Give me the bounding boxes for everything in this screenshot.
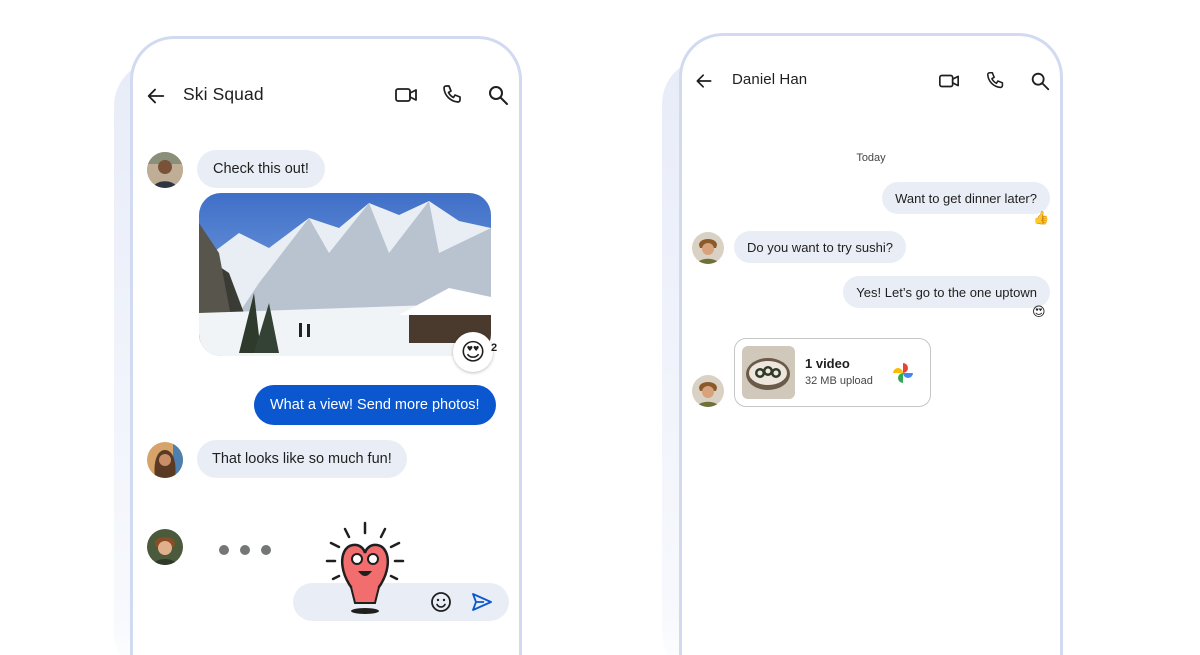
avatar-photo <box>147 442 183 478</box>
avatar-photo <box>147 529 183 565</box>
right-topbar: Daniel Han <box>682 65 1060 97</box>
message-text: What a view! Send more photos! <box>270 397 480 413</box>
message-text: Do you want to try sushi? <box>747 239 893 255</box>
message-bubble[interactable]: Do you want to try sushi? <box>734 231 906 263</box>
conversation-title: Ski Squad <box>183 84 264 104</box>
avatar[interactable] <box>692 375 724 407</box>
conversation-title: Daniel Han <box>732 71 808 88</box>
avatar-photo <box>147 152 183 188</box>
avatar-photo <box>692 232 724 264</box>
search-icon[interactable] <box>1029 70 1051 92</box>
back-arrow-icon[interactable] <box>145 85 167 107</box>
message-bubble[interactable]: That looks like so much fun! <box>197 440 407 478</box>
heart-eyes-reaction: 😍 <box>1032 304 1046 319</box>
google-photos-icon <box>893 363 913 383</box>
reaction-badge[interactable]: 😍 <box>453 332 493 372</box>
outgoing-message-bubble[interactable]: Yes! Let’s go to the one uptown <box>843 276 1050 308</box>
outgoing-message-bubble[interactable]: Want to get dinner later? <box>882 182 1050 214</box>
video-call-icon[interactable] <box>938 70 960 92</box>
avatar-photo <box>692 375 724 407</box>
search-icon[interactable] <box>486 83 510 107</box>
stage: Ski Squad Check this out! 😍 2 What a vie… <box>0 0 1200 655</box>
avatar[interactable] <box>147 442 183 478</box>
message-bubble[interactable]: Check this out! <box>197 150 325 188</box>
date-separator: Today <box>856 152 886 164</box>
right-phone: Daniel Han Today Want to get dinner late… <box>679 33 1063 655</box>
phone-icon[interactable] <box>985 70 1007 92</box>
thumbs-up-reaction: 👍 <box>1033 210 1050 225</box>
message-text: Yes! Let’s go to the one uptown <box>856 284 1037 300</box>
mountain-landscape-image <box>199 193 491 356</box>
avatar[interactable] <box>147 529 183 565</box>
shared-photo[interactable] <box>199 193 491 356</box>
send-icon[interactable] <box>470 590 494 614</box>
left-phone: Ski Squad Check this out! 😍 2 What a vie… <box>130 36 522 655</box>
message-text: Check this out! <box>213 161 309 177</box>
outgoing-message-bubble[interactable]: What a view! Send more photos! <box>254 385 496 425</box>
attachment-title: 1 video <box>805 356 850 371</box>
message-text: Want to get dinner later? <box>895 190 1037 206</box>
heart-eyes-emoji: 😍 <box>460 338 486 366</box>
back-arrow-icon[interactable] <box>694 71 714 91</box>
message-text: That looks like so much fun! <box>212 451 392 467</box>
video-attachment-card[interactable]: 1 video 32 MB upload <box>734 338 931 407</box>
attachment-subtitle: 32 MB upload <box>805 375 873 387</box>
phone-icon[interactable] <box>441 83 465 107</box>
video-call-icon[interactable] <box>394 83 418 107</box>
heart-sticker[interactable] <box>317 517 413 617</box>
emoji-icon[interactable] <box>429 590 453 614</box>
avatar[interactable] <box>692 232 724 264</box>
left-topbar: Ski Squad <box>133 79 519 111</box>
sushi-thumbnail <box>742 346 795 399</box>
avatar[interactable] <box>147 152 183 188</box>
reaction-count: 2 <box>491 342 498 354</box>
